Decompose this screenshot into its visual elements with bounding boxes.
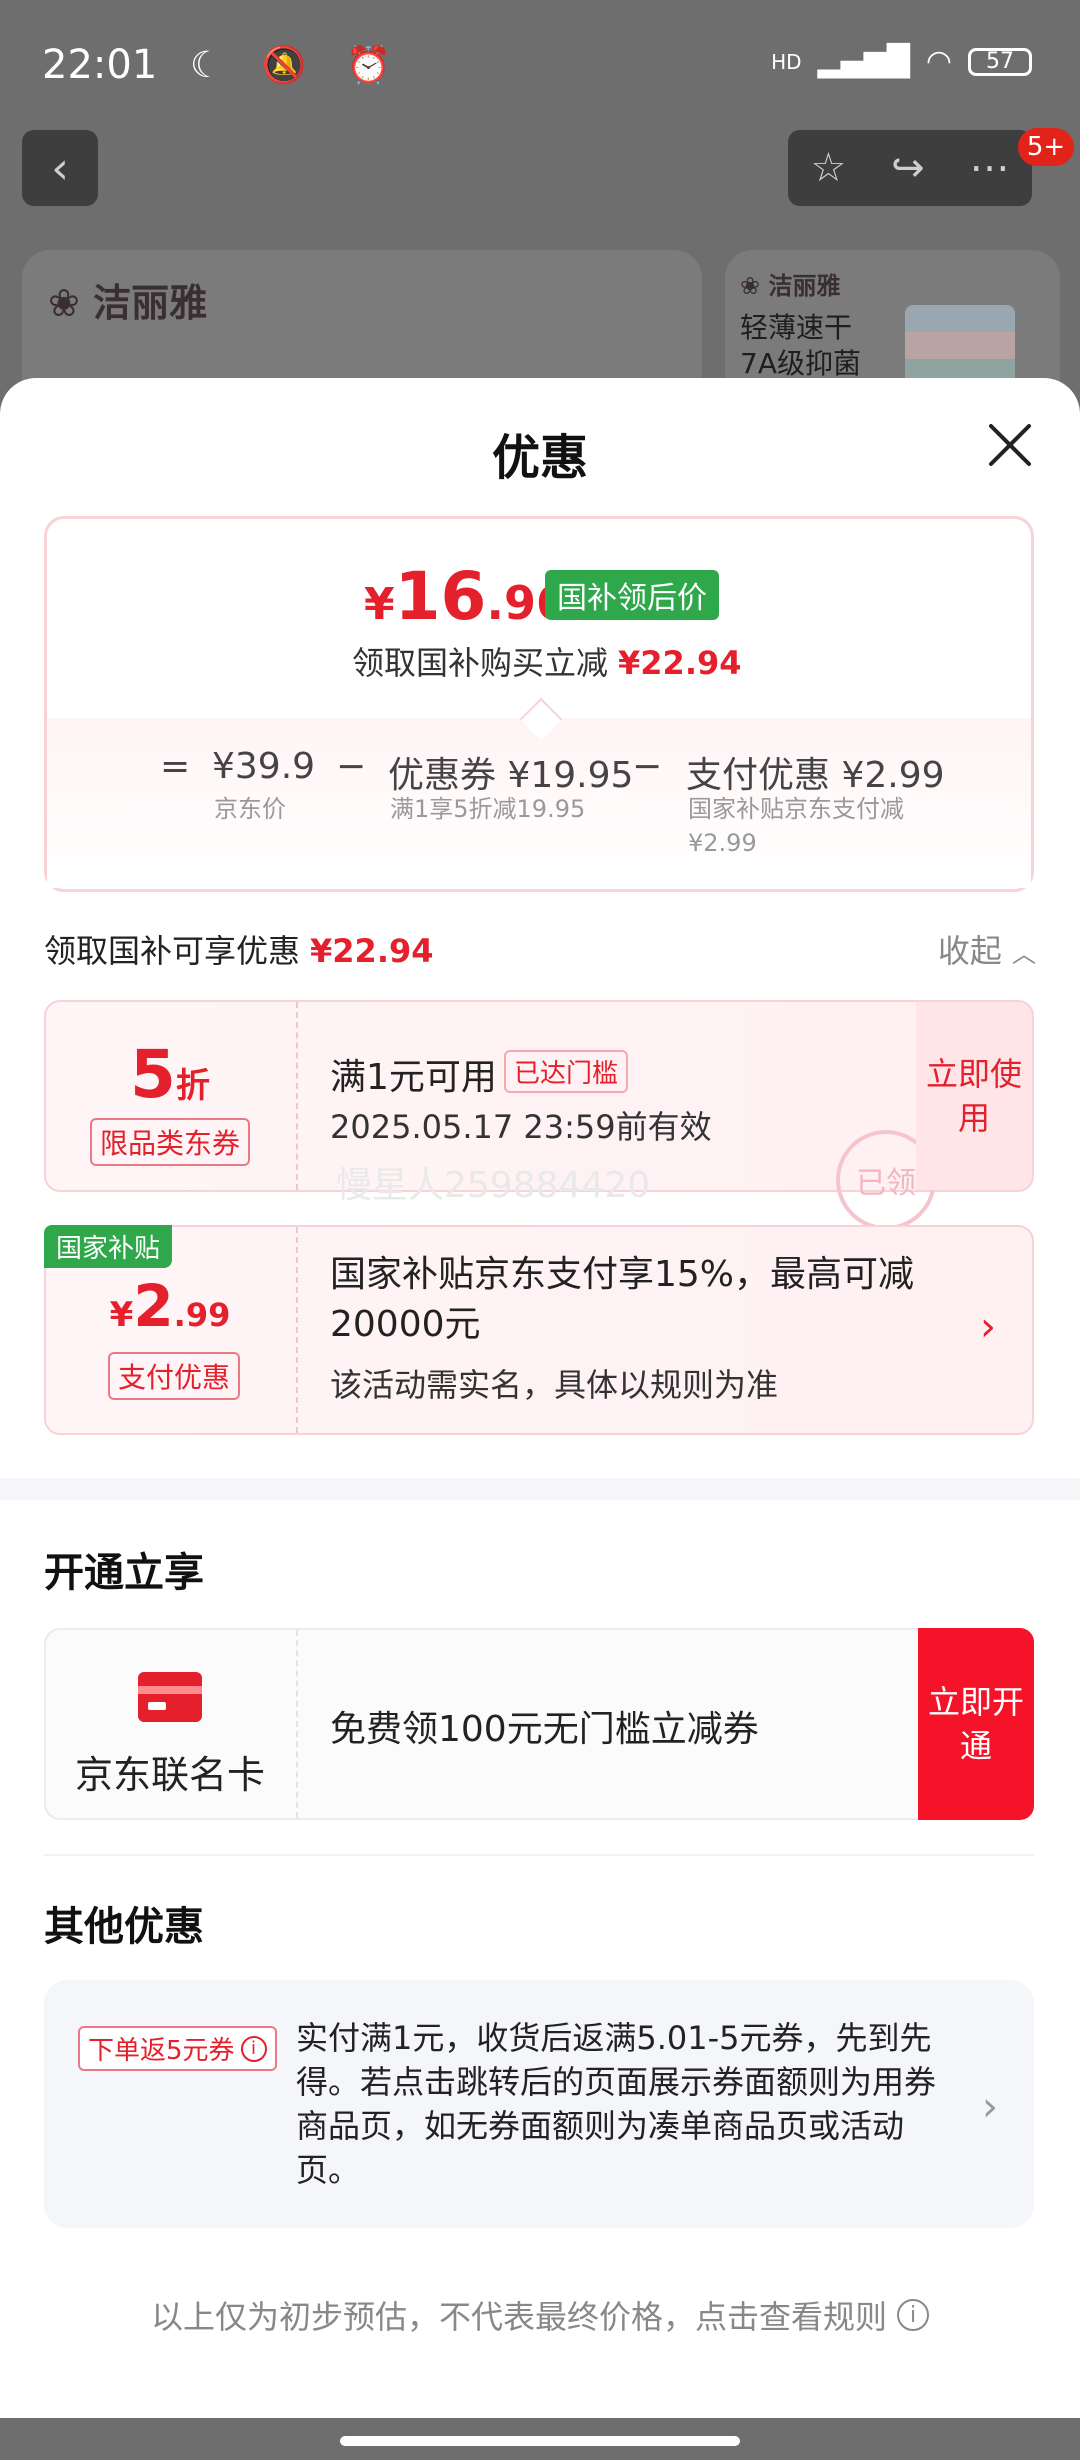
- network-label: HD: [771, 49, 802, 74]
- section-header: 领取国补可享优惠 ¥22.94: [44, 932, 434, 970]
- formula-equals: =: [160, 746, 191, 787]
- base-price-label: 京东价: [214, 795, 286, 823]
- close-icon[interactable]: [985, 420, 1035, 470]
- sheet-title: 优惠: [491, 430, 588, 486]
- claim-line: 领取国补购买立减 ¥22.94: [352, 644, 742, 682]
- formula-minus-2: −: [632, 746, 663, 787]
- thin-divider: [44, 1854, 1034, 1856]
- coupon-title: 满1元可用: [330, 1057, 497, 1098]
- star-icon[interactable]: ☆: [810, 145, 846, 191]
- info-icon[interactable]: i: [240, 2035, 267, 2062]
- chevron-right-icon[interactable]: ›: [980, 1304, 996, 1350]
- chevron-up-icon: ︿: [1012, 940, 1036, 968]
- chevron-right-icon[interactable]: ›: [982, 2084, 998, 2130]
- more-icon[interactable]: ⋯: [970, 145, 1010, 191]
- coupon-divider: [296, 1002, 298, 1190]
- home-indicator[interactable]: [340, 2436, 740, 2446]
- status-time: 22:01: [42, 42, 158, 88]
- background-product-text: 轻薄速干 7A级抑菌: [740, 311, 861, 380]
- payment-offer-amount: ¥2.99: [109, 1272, 231, 1340]
- collapse-toggle[interactable]: 收起 ︿: [938, 926, 1036, 972]
- status-left-icons: ☾ 🔕 ⏰: [190, 45, 405, 86]
- top-action-bar: ☆ ↪ ⋯: [788, 130, 1032, 206]
- section-divider: [0, 1478, 1080, 1500]
- gov-subsidy-tag: 国家补贴: [44, 1225, 173, 1268]
- brand-logo-small: ❀ 洁丽雅: [740, 272, 841, 300]
- payment-offer-sub: 该活动需实名，具体以规则为准: [330, 1366, 779, 1404]
- coupon-deduction-sub: 满1享5折减19.95: [390, 795, 586, 823]
- coupon-type-chip: 限品类东券: [90, 1118, 251, 1166]
- payment-deduction-sub: 国家补贴京东支付减¥2.99: [688, 795, 904, 857]
- base-price: ¥39.9: [212, 746, 316, 787]
- cobrand-offer-text: 免费领100元无门槛立减券: [330, 1709, 759, 1750]
- final-price: ¥ 16 .96: [364, 558, 568, 635]
- coupon-deduction: 优惠券 ¥19.95: [388, 755, 634, 796]
- message-badge: 5+: [1018, 128, 1074, 166]
- use-now-button[interactable]: 立即使用: [916, 1002, 1032, 1190]
- coupon-discount: 5折: [130, 1036, 210, 1113]
- payment-offer-chip: 支付优惠: [108, 1352, 241, 1400]
- share-icon[interactable]: ↪: [891, 145, 925, 191]
- credit-card-icon: [138, 1672, 202, 1722]
- brand-logo: ❀ 洁丽雅: [48, 281, 208, 325]
- open-now-button[interactable]: 立即开通: [918, 1628, 1034, 1820]
- status-right-icons: HD ▂▄▆█ ◠ 57: [771, 44, 1032, 79]
- open-section-title: 开通立享: [44, 1550, 204, 1596]
- cobrand-card-name: 京东联名卡: [74, 1753, 265, 1797]
- formula-minus-1: −: [336, 746, 367, 787]
- threshold-reached-badge: 已达门槛: [504, 1050, 629, 1093]
- info-icon[interactable]: i: [897, 2299, 929, 2331]
- other-offer-text: 实付满1元，收货后返满5.01-5元券，先到先得。若点击跳转后的页面展示券面额则…: [296, 2019, 937, 2189]
- payment-deduction: 支付优惠 ¥2.99: [686, 755, 945, 796]
- payment-offer-title: 国家补贴京东支付享15%，最高可减20000元: [330, 1254, 915, 1345]
- other-section-title: 其他优惠: [44, 1904, 204, 1950]
- footer-note[interactable]: 以上仅为初步预估，不代表最终价格，点击查看规则 i: [0, 2292, 1080, 2338]
- signal-icon: ▂▄▆█: [817, 44, 910, 79]
- watermark: 慢星人259884420: [336, 1165, 651, 1206]
- wifi-icon: ◠: [925, 44, 952, 79]
- price-tag: 国补领后价: [545, 570, 719, 620]
- back-arrow-icon: ‹: [51, 142, 69, 194]
- back-button[interactable]: ‹: [22, 130, 98, 206]
- cobrand-divider: [296, 1630, 298, 1818]
- rebate-coupon-tag: 下单返5元券 i: [78, 2026, 277, 2071]
- battery-icon: 57: [968, 47, 1032, 76]
- coupon-valid-date: 2025.05.17 23:59前有效: [330, 1108, 712, 1146]
- payment-offer-divider: [296, 1227, 298, 1433]
